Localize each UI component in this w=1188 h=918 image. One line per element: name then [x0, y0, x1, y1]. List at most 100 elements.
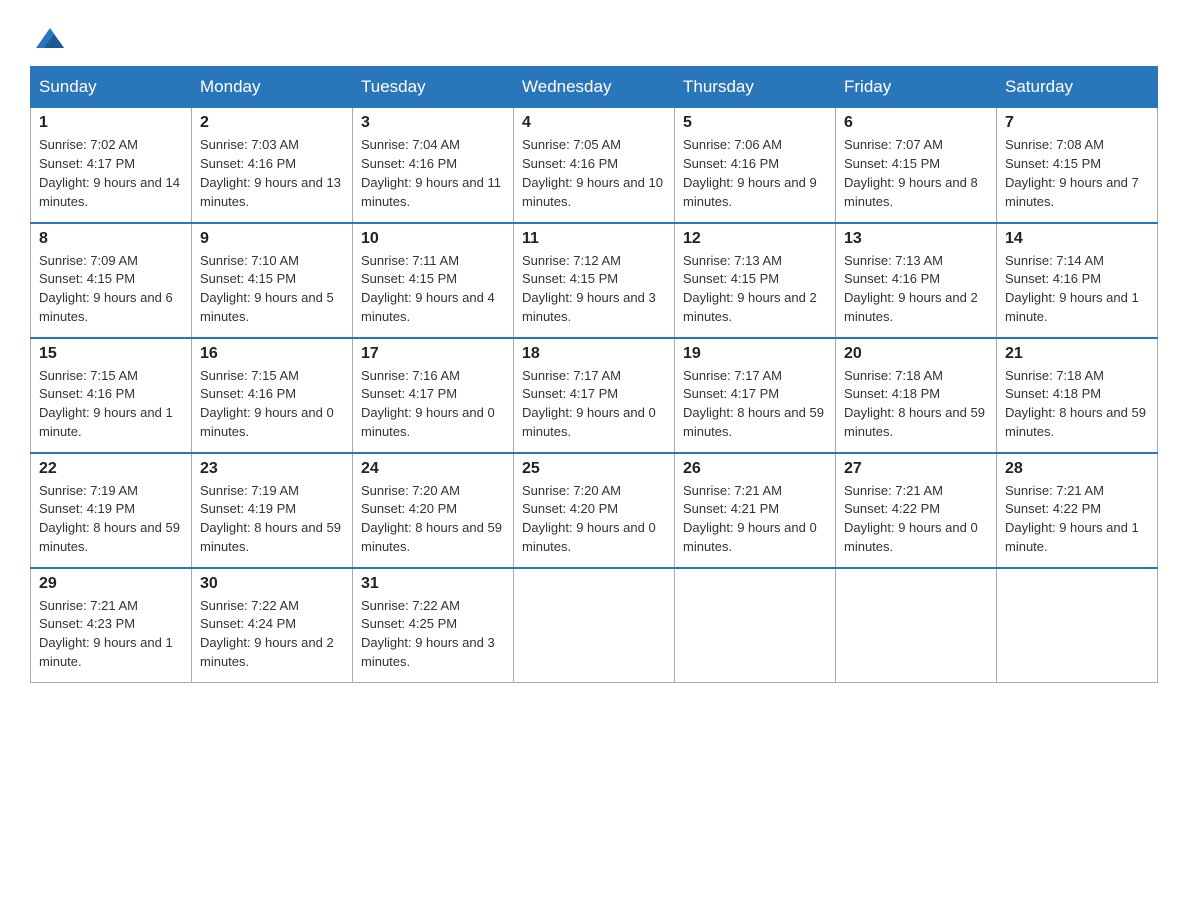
calendar-cell: 15 Sunrise: 7:15 AMSunset: 4:16 PMDaylig…: [31, 338, 192, 453]
calendar-cell: 23 Sunrise: 7:19 AMSunset: 4:19 PMDaylig…: [192, 453, 353, 568]
calendar-cell: 18 Sunrise: 7:17 AMSunset: 4:17 PMDaylig…: [514, 338, 675, 453]
calendar-cell: 31 Sunrise: 7:22 AMSunset: 4:25 PMDaylig…: [353, 568, 514, 683]
day-number: 9: [200, 230, 344, 248]
calendar-week-1: 1 Sunrise: 7:02 AMSunset: 4:17 PMDayligh…: [31, 108, 1158, 223]
calendar-week-3: 15 Sunrise: 7:15 AMSunset: 4:16 PMDaylig…: [31, 338, 1158, 453]
calendar-cell: 27 Sunrise: 7:21 AMSunset: 4:22 PMDaylig…: [836, 453, 997, 568]
day-info: Sunrise: 7:17 AMSunset: 4:17 PMDaylight:…: [522, 368, 656, 440]
day-info: Sunrise: 7:19 AMSunset: 4:19 PMDaylight:…: [39, 483, 180, 555]
calendar-cell: 11 Sunrise: 7:12 AMSunset: 4:15 PMDaylig…: [514, 223, 675, 338]
page-header: [30, 20, 1158, 56]
calendar-cell: 10 Sunrise: 7:11 AMSunset: 4:15 PMDaylig…: [353, 223, 514, 338]
day-info: Sunrise: 7:12 AMSunset: 4:15 PMDaylight:…: [522, 253, 656, 325]
calendar-cell: 29 Sunrise: 7:21 AMSunset: 4:23 PMDaylig…: [31, 568, 192, 683]
logo-icon: [32, 20, 68, 56]
calendar-cell: 19 Sunrise: 7:17 AMSunset: 4:17 PMDaylig…: [675, 338, 836, 453]
calendar-cell: [836, 568, 997, 683]
column-header-friday: Friday: [836, 67, 997, 108]
day-info: Sunrise: 7:13 AMSunset: 4:15 PMDaylight:…: [683, 253, 817, 325]
day-number: 27: [844, 460, 988, 478]
day-info: Sunrise: 7:22 AMSunset: 4:24 PMDaylight:…: [200, 598, 334, 670]
calendar-cell: 14 Sunrise: 7:14 AMSunset: 4:16 PMDaylig…: [997, 223, 1158, 338]
calendar-header-row: SundayMondayTuesdayWednesdayThursdayFrid…: [31, 67, 1158, 108]
day-number: 20: [844, 345, 988, 363]
calendar-cell: 5 Sunrise: 7:06 AMSunset: 4:16 PMDayligh…: [675, 108, 836, 223]
day-info: Sunrise: 7:20 AMSunset: 4:20 PMDaylight:…: [361, 483, 502, 555]
column-header-thursday: Thursday: [675, 67, 836, 108]
calendar-week-5: 29 Sunrise: 7:21 AMSunset: 4:23 PMDaylig…: [31, 568, 1158, 683]
calendar-cell: 8 Sunrise: 7:09 AMSunset: 4:15 PMDayligh…: [31, 223, 192, 338]
day-number: 16: [200, 345, 344, 363]
day-number: 7: [1005, 114, 1149, 132]
calendar-cell: 21 Sunrise: 7:18 AMSunset: 4:18 PMDaylig…: [997, 338, 1158, 453]
calendar-cell: [997, 568, 1158, 683]
day-number: 22: [39, 460, 183, 478]
calendar-cell: 13 Sunrise: 7:13 AMSunset: 4:16 PMDaylig…: [836, 223, 997, 338]
day-number: 12: [683, 230, 827, 248]
day-number: 19: [683, 345, 827, 363]
calendar-cell: 3 Sunrise: 7:04 AMSunset: 4:16 PMDayligh…: [353, 108, 514, 223]
calendar-cell: 28 Sunrise: 7:21 AMSunset: 4:22 PMDaylig…: [997, 453, 1158, 568]
calendar-cell: 17 Sunrise: 7:16 AMSunset: 4:17 PMDaylig…: [353, 338, 514, 453]
logo: [30, 20, 70, 56]
day-number: 17: [361, 345, 505, 363]
day-number: 18: [522, 345, 666, 363]
calendar-table: SundayMondayTuesdayWednesdayThursdayFrid…: [30, 66, 1158, 683]
calendar-cell: 4 Sunrise: 7:05 AMSunset: 4:16 PMDayligh…: [514, 108, 675, 223]
day-number: 25: [522, 460, 666, 478]
column-header-wednesday: Wednesday: [514, 67, 675, 108]
day-info: Sunrise: 7:06 AMSunset: 4:16 PMDaylight:…: [683, 137, 817, 209]
day-info: Sunrise: 7:08 AMSunset: 4:15 PMDaylight:…: [1005, 137, 1139, 209]
day-info: Sunrise: 7:07 AMSunset: 4:15 PMDaylight:…: [844, 137, 978, 209]
day-number: 4: [522, 114, 666, 132]
calendar-cell: 9 Sunrise: 7:10 AMSunset: 4:15 PMDayligh…: [192, 223, 353, 338]
day-info: Sunrise: 7:13 AMSunset: 4:16 PMDaylight:…: [844, 253, 978, 325]
day-info: Sunrise: 7:21 AMSunset: 4:22 PMDaylight:…: [844, 483, 978, 555]
calendar-cell: 24 Sunrise: 7:20 AMSunset: 4:20 PMDaylig…: [353, 453, 514, 568]
day-number: 23: [200, 460, 344, 478]
day-info: Sunrise: 7:14 AMSunset: 4:16 PMDaylight:…: [1005, 253, 1139, 325]
column-header-sunday: Sunday: [31, 67, 192, 108]
calendar-week-2: 8 Sunrise: 7:09 AMSunset: 4:15 PMDayligh…: [31, 223, 1158, 338]
calendar-cell: 30 Sunrise: 7:22 AMSunset: 4:24 PMDaylig…: [192, 568, 353, 683]
day-info: Sunrise: 7:20 AMSunset: 4:20 PMDaylight:…: [522, 483, 656, 555]
day-info: Sunrise: 7:19 AMSunset: 4:19 PMDaylight:…: [200, 483, 341, 555]
day-number: 2: [200, 114, 344, 132]
day-number: 24: [361, 460, 505, 478]
day-number: 14: [1005, 230, 1149, 248]
day-info: Sunrise: 7:18 AMSunset: 4:18 PMDaylight:…: [844, 368, 985, 440]
day-info: Sunrise: 7:15 AMSunset: 4:16 PMDaylight:…: [200, 368, 334, 440]
calendar-cell: 16 Sunrise: 7:15 AMSunset: 4:16 PMDaylig…: [192, 338, 353, 453]
day-number: 8: [39, 230, 183, 248]
day-info: Sunrise: 7:15 AMSunset: 4:16 PMDaylight:…: [39, 368, 173, 440]
day-number: 10: [361, 230, 505, 248]
day-number: 3: [361, 114, 505, 132]
column-header-monday: Monday: [192, 67, 353, 108]
calendar-cell: 26 Sunrise: 7:21 AMSunset: 4:21 PMDaylig…: [675, 453, 836, 568]
column-header-saturday: Saturday: [997, 67, 1158, 108]
day-number: 13: [844, 230, 988, 248]
day-info: Sunrise: 7:17 AMSunset: 4:17 PMDaylight:…: [683, 368, 824, 440]
day-number: 30: [200, 575, 344, 593]
calendar-cell: 20 Sunrise: 7:18 AMSunset: 4:18 PMDaylig…: [836, 338, 997, 453]
calendar-cell: 25 Sunrise: 7:20 AMSunset: 4:20 PMDaylig…: [514, 453, 675, 568]
day-info: Sunrise: 7:18 AMSunset: 4:18 PMDaylight:…: [1005, 368, 1146, 440]
calendar-cell: 1 Sunrise: 7:02 AMSunset: 4:17 PMDayligh…: [31, 108, 192, 223]
day-info: Sunrise: 7:05 AMSunset: 4:16 PMDaylight:…: [522, 137, 663, 209]
day-info: Sunrise: 7:21 AMSunset: 4:23 PMDaylight:…: [39, 598, 173, 670]
day-info: Sunrise: 7:11 AMSunset: 4:15 PMDaylight:…: [361, 253, 495, 325]
day-number: 15: [39, 345, 183, 363]
day-number: 31: [361, 575, 505, 593]
day-number: 1: [39, 114, 183, 132]
column-header-tuesday: Tuesday: [353, 67, 514, 108]
day-info: Sunrise: 7:04 AMSunset: 4:16 PMDaylight:…: [361, 137, 501, 209]
day-info: Sunrise: 7:03 AMSunset: 4:16 PMDaylight:…: [200, 137, 341, 209]
calendar-cell: 22 Sunrise: 7:19 AMSunset: 4:19 PMDaylig…: [31, 453, 192, 568]
calendar-cell: [514, 568, 675, 683]
calendar-cell: [675, 568, 836, 683]
day-number: 21: [1005, 345, 1149, 363]
calendar-week-4: 22 Sunrise: 7:19 AMSunset: 4:19 PMDaylig…: [31, 453, 1158, 568]
day-number: 5: [683, 114, 827, 132]
day-number: 6: [844, 114, 988, 132]
calendar-cell: 2 Sunrise: 7:03 AMSunset: 4:16 PMDayligh…: [192, 108, 353, 223]
